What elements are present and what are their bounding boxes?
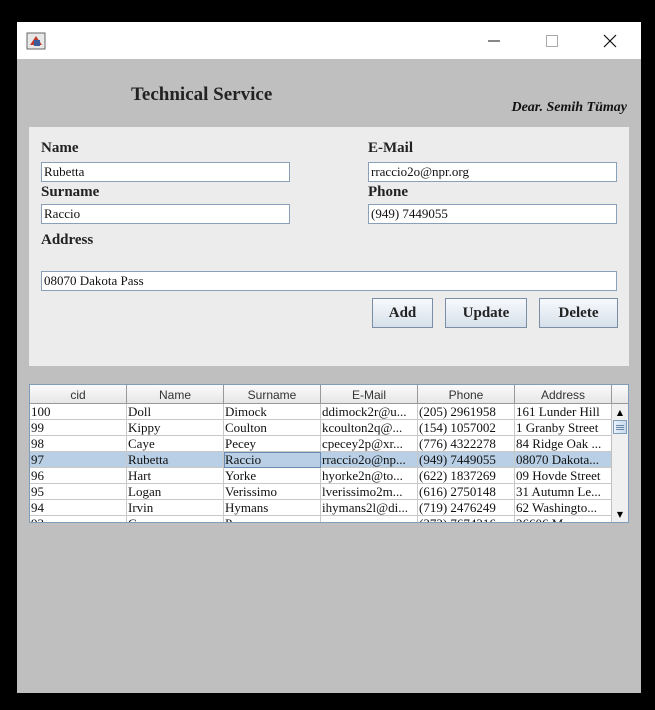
java-app-icon [26, 31, 46, 51]
name-label: Name [41, 140, 79, 156]
column-header-e-mail[interactable]: E-Mail [321, 385, 418, 404]
table-cell[interactable]: 96 [30, 468, 127, 484]
table-cell[interactable]: Coulton [224, 420, 321, 436]
minimize-button[interactable] [471, 22, 517, 59]
table-cell[interactable]: 26606 M... [515, 516, 612, 522]
table-cell[interactable]: hyorke2n@to... [321, 468, 418, 484]
table-cell[interactable]: (622) 1837269 [418, 468, 515, 484]
phone-label: Phone [368, 184, 409, 200]
minimize-icon [488, 40, 500, 41]
table-cell[interactable]: P... [224, 516, 321, 522]
table-cell[interactable]: (373) 7674316 [418, 516, 515, 522]
column-header-phone[interactable]: Phone [418, 385, 515, 404]
table-cell[interactable]: (949) 7449055 [418, 452, 515, 468]
table-header: cid Name Surname E-Mail Phone Address [30, 385, 612, 404]
surname-field[interactable]: Raccio [41, 204, 290, 224]
maximize-button[interactable] [529, 22, 575, 59]
table-cell[interactable]: Hart [127, 468, 224, 484]
table-cell[interactable]: Rubetta [127, 452, 224, 468]
surname-label: Surname [41, 184, 100, 200]
table-row[interactable]: 94 Irvin Hymans ihymans2l@di... (719) 247624… [30, 500, 612, 516]
scroll-thumb[interactable] [613, 420, 627, 434]
scroll-down-icon[interactable]: ▼ [612, 506, 628, 522]
table-cell[interactable]: 31 Autumn Le... [515, 484, 612, 500]
add-button[interactable]: Add [372, 298, 433, 328]
table-cell[interactable]: 161 Lunder Hill [515, 404, 612, 420]
table-cell[interactable]: 100 [30, 404, 127, 420]
header-credit: Dear. Semih Tümay [511, 100, 627, 115]
close-button[interactable] [587, 22, 633, 59]
table-cell[interactable]: (776) 4322278 [418, 436, 515, 452]
table-row[interactable]: 100 Doll Dimock ddimock2r@u... (205) 2961958… [30, 404, 612, 420]
table-cell[interactable]: Pecey [224, 436, 321, 452]
table-cell[interactable]: Kippy [127, 420, 224, 436]
table-cell[interactable]: Raccio [224, 452, 321, 468]
address-label: Address [41, 232, 94, 248]
close-icon [603, 34, 617, 47]
table-cell[interactable]: 95 [30, 484, 127, 500]
phone-field[interactable]: (949) 7449055 [368, 204, 617, 224]
form-panel: Name Rubetta E-Mail rraccio2o@npr.org Su… [29, 127, 629, 366]
table-cell[interactable]: 08070 Dakota... [515, 452, 612, 468]
table-cell[interactable]: C... [127, 516, 224, 522]
records-table: cid Name Surname E-Mail Phone Address 100 Doll… [29, 384, 629, 523]
table-row[interactable]: 96 Hart Yorke hyorke2n@to... (622) 1837269 09… [30, 468, 612, 484]
table-cell[interactable]: 1 Granby Street [515, 420, 612, 436]
table-body: 100 Doll Dimock ddimock2r@u... (205) 2961958… [30, 404, 612, 522]
column-header-surname[interactable]: Surname [224, 385, 321, 404]
table-row[interactable]: 95 Logan Verissimo lverissimo2m... (616) 275… [30, 484, 612, 500]
table-cell[interactable]: 94 [30, 500, 127, 516]
table-cell[interactable]: lverissimo2m... [321, 484, 418, 500]
email-field[interactable]: rraccio2o@npr.org [368, 162, 617, 182]
table-cell[interactable]: (616) 2750148 [418, 484, 515, 500]
table-cell[interactable]: ihymans2l@di... [321, 500, 418, 516]
scroll-up-icon[interactable]: ▲ [612, 404, 628, 420]
title-bar [17, 22, 641, 59]
table-cell[interactable]: Dimock [224, 404, 321, 420]
table-cell[interactable]: rraccio2o@np... [321, 452, 418, 468]
table-cell[interactable]: 97 [30, 452, 127, 468]
table-row[interactable]: 98 Caye Pecey cpecey2p@xr... (776) 4322278 84… [30, 436, 612, 452]
column-header-name[interactable]: Name [127, 385, 224, 404]
table-cell[interactable]: Yorke [224, 468, 321, 484]
table-cell[interactable]: Hymans [224, 500, 321, 516]
table-row[interactable]: 93C...P......(373) 767431626606 M... [30, 516, 612, 522]
table-cell[interactable]: 99 [30, 420, 127, 436]
table-cell[interactable]: 93 [30, 516, 127, 522]
maximize-icon [546, 34, 558, 47]
table-cell[interactable]: (719) 2476249 [418, 500, 515, 516]
table-cell[interactable]: 09 Hovde Street [515, 468, 612, 484]
address-field[interactable]: 08070 Dakota Pass [41, 271, 617, 291]
table-cell[interactable]: 62 Washingto... [515, 500, 612, 516]
table-cell[interactable]: kcoulton2q@... [321, 420, 418, 436]
column-header-cid[interactable]: cid [30, 385, 127, 404]
header-title: Technical Service [131, 84, 273, 105]
table-cell[interactable]: 84 Ridge Oak ... [515, 436, 612, 452]
table-row[interactable]: 97 Rubetta Raccio rraccio2o@np... (949) 7449… [30, 452, 612, 468]
table-header-corner [611, 385, 628, 404]
table-cell[interactable]: Verissimo [224, 484, 321, 500]
table-cell[interactable]: (205) 2961958 [418, 404, 515, 420]
email-label: E-Mail [368, 140, 413, 156]
app-window: Technical Service Dear. Semih Tümay Name… [17, 22, 641, 693]
table-cell[interactable]: Caye [127, 436, 224, 452]
table-cell[interactable]: ... [321, 516, 418, 522]
table-row[interactable]: 99 Kippy Coulton kcoulton2q@... (154) 105700… [30, 420, 612, 436]
table-cell[interactable]: Irvin [127, 500, 224, 516]
table-cell[interactable]: 98 [30, 436, 127, 452]
table-cell[interactable]: ddimock2r@u... [321, 404, 418, 420]
table-cell[interactable]: Logan [127, 484, 224, 500]
column-header-address[interactable]: Address [515, 385, 612, 404]
table-cell[interactable]: Doll [127, 404, 224, 420]
table-cell[interactable]: (154) 1057002 [418, 420, 515, 436]
vertical-scrollbar[interactable]: ▲ ▼ [611, 404, 628, 522]
delete-button[interactable]: Delete [539, 298, 618, 328]
update-button[interactable]: Update [445, 298, 527, 328]
table-cell[interactable]: cpecey2p@xr... [321, 436, 418, 452]
name-field[interactable]: Rubetta [41, 162, 290, 182]
